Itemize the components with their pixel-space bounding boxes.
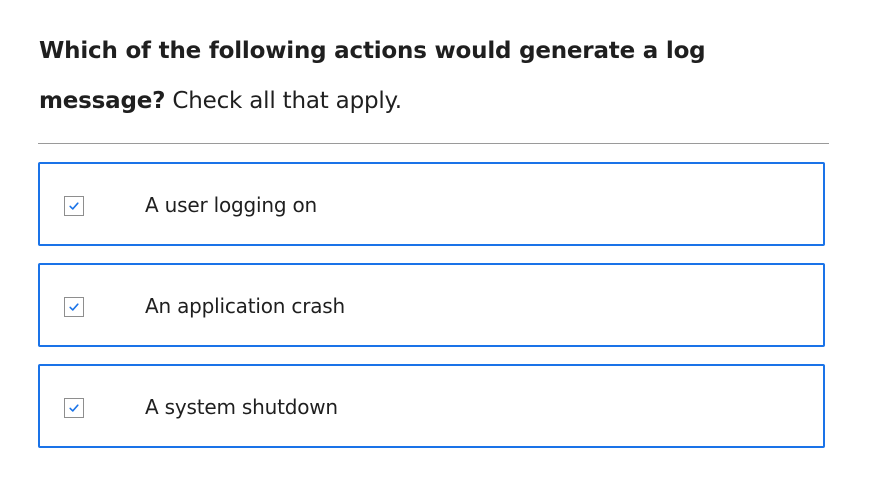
- option-application-crash[interactable]: An application crash: [38, 263, 825, 347]
- option-system-shutdown[interactable]: A system shutdown: [38, 364, 825, 448]
- divider: [38, 143, 829, 144]
- checkbox[interactable]: [64, 297, 84, 317]
- checkmark-icon: [69, 404, 79, 412]
- option-label: A user logging on: [145, 193, 318, 217]
- checkmark-icon: [69, 202, 79, 210]
- checkbox[interactable]: [64, 398, 84, 418]
- checkbox[interactable]: [64, 196, 84, 216]
- question-text: Which of the following actions would gen…: [39, 26, 799, 126]
- option-label: An application crash: [145, 294, 345, 318]
- question-instruction: Check all that apply.: [172, 88, 402, 114]
- option-label: A system shutdown: [145, 395, 338, 419]
- option-user-logging-on[interactable]: A user logging on: [38, 162, 825, 246]
- checkmark-icon: [69, 303, 79, 311]
